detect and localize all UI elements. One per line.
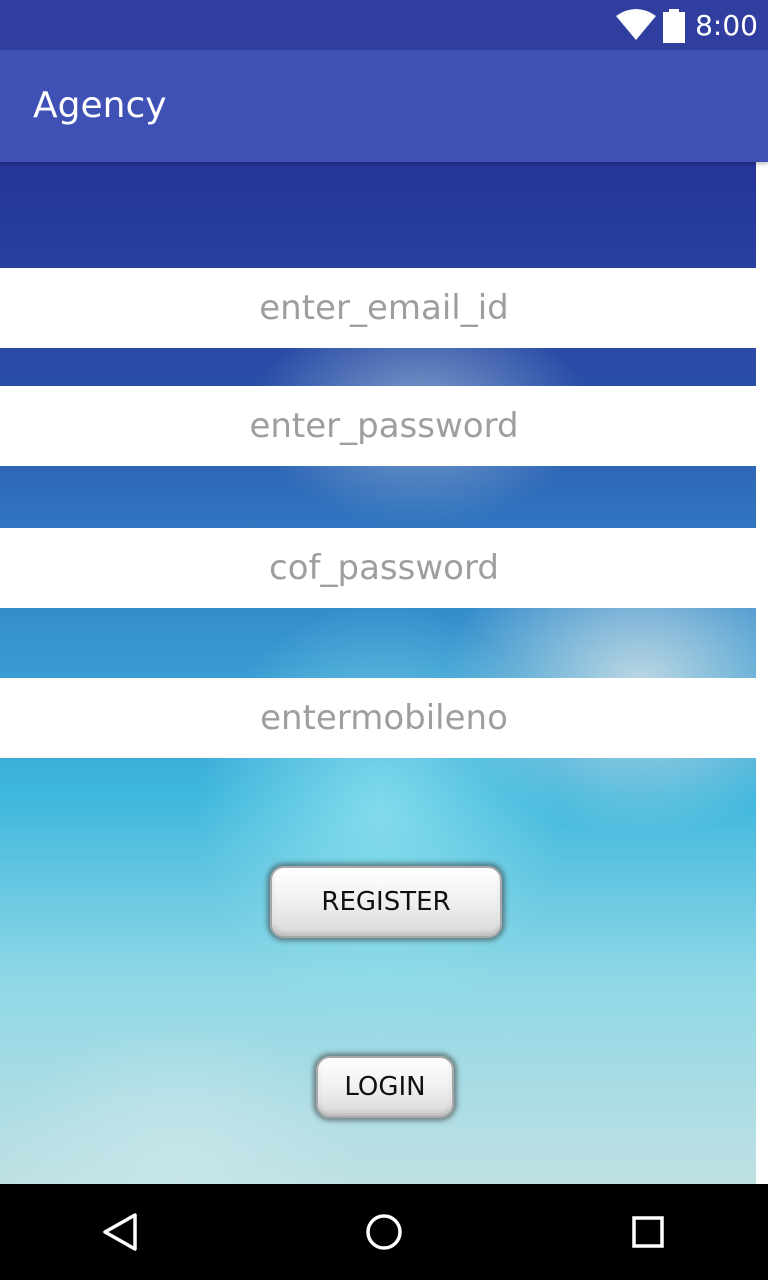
register-button[interactable]: REGISTER bbox=[270, 866, 502, 938]
home-icon[interactable] bbox=[364, 1212, 404, 1252]
app-bar: Agency bbox=[0, 50, 768, 162]
login-button[interactable]: LOGIN bbox=[316, 1056, 454, 1118]
status-bar: 8:00 bbox=[0, 0, 768, 50]
email-field[interactable] bbox=[0, 268, 768, 348]
mobile-field[interactable] bbox=[0, 678, 768, 758]
register-button-label: REGISTER bbox=[321, 887, 451, 917]
password-field-container bbox=[0, 386, 768, 466]
app-title: Agency bbox=[33, 85, 167, 126]
password-field[interactable] bbox=[0, 386, 768, 466]
status-time: 8:00 bbox=[695, 9, 758, 42]
registration-form: REGISTER LOGIN bbox=[0, 162, 768, 1184]
battery-icon bbox=[663, 9, 685, 43]
back-icon[interactable] bbox=[100, 1212, 140, 1252]
navigation-bar bbox=[0, 1184, 768, 1280]
email-field-container bbox=[0, 268, 768, 348]
wifi-icon bbox=[616, 9, 656, 40]
login-button-label: LOGIN bbox=[344, 1072, 426, 1102]
mobile-field-container bbox=[0, 678, 768, 758]
confirm-password-field[interactable] bbox=[0, 528, 768, 608]
recents-icon[interactable] bbox=[628, 1212, 668, 1252]
confirm-password-field-container bbox=[0, 528, 768, 608]
